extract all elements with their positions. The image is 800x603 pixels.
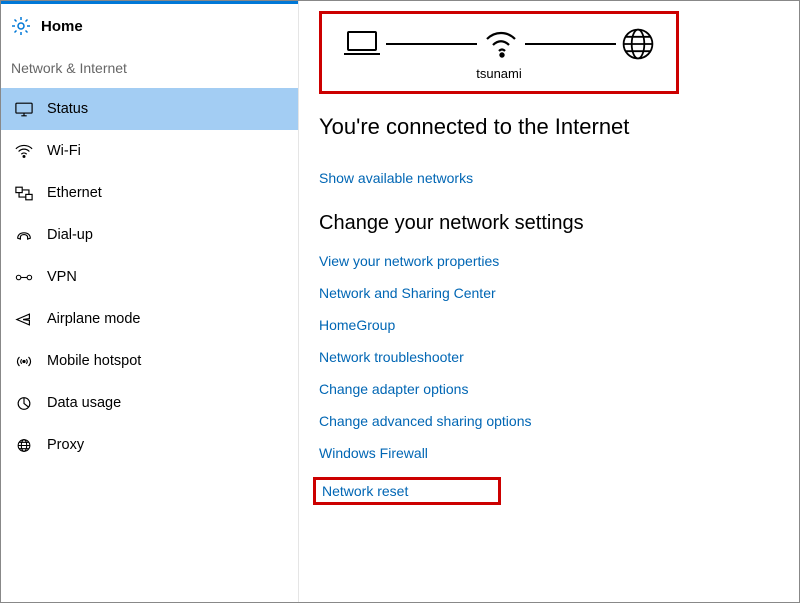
wifi-icon [15, 142, 33, 160]
view-properties-link[interactable]: View your network properties [319, 253, 779, 269]
sidebar-item-wifi[interactable]: Wi-Fi [1, 130, 298, 172]
sidebar-item-vpn[interactable]: VPN [1, 256, 298, 298]
adapter-options-link[interactable]: Change adapter options [319, 381, 779, 397]
sidebar-section-label: Network & Internet [1, 46, 298, 88]
windows-firewall-link[interactable]: Windows Firewall [319, 445, 779, 461]
hotspot-icon [15, 352, 33, 370]
laptop-icon [342, 29, 382, 59]
sidebar-item-label: Status [47, 101, 88, 117]
globe-icon [15, 436, 33, 454]
sidebar-item-dialup[interactable]: Dial-up [1, 214, 298, 256]
change-settings-heading: Change your network settings [319, 212, 779, 235]
main-content: tsunami You're connected to the Internet… [299, 1, 799, 602]
connection-line [386, 43, 477, 45]
homegroup-link[interactable]: HomeGroup [319, 317, 779, 333]
sharing-center-link[interactable]: Network and Sharing Center [319, 285, 779, 301]
sidebar-item-label: Dial-up [47, 227, 93, 243]
show-networks-link[interactable]: Show available networks [319, 170, 779, 186]
sidebar-item-status[interactable]: Status [1, 88, 298, 130]
sidebar-item-hotspot[interactable]: Mobile hotspot [1, 340, 298, 382]
network-reset-link[interactable]: Network reset [322, 483, 408, 499]
network-name: tsunami [342, 66, 656, 81]
data-usage-icon [15, 394, 33, 412]
connection-diagram-highlight: tsunami [319, 11, 679, 94]
sidebar-item-datausage[interactable]: Data usage [1, 382, 298, 424]
troubleshooter-link[interactable]: Network troubleshooter [319, 349, 779, 365]
gear-icon [11, 16, 31, 36]
settings-links: View your network properties Network and… [319, 253, 779, 505]
sidebar-item-label: Airplane mode [47, 311, 141, 327]
home-label: Home [41, 18, 83, 35]
sidebar-item-label: Wi-Fi [47, 143, 81, 159]
sidebar-item-label: Ethernet [47, 185, 102, 201]
advanced-sharing-link[interactable]: Change advanced sharing options [319, 413, 779, 429]
wifi-icon [481, 29, 521, 59]
ethernet-icon [15, 184, 33, 202]
sidebar-item-airplane[interactable]: Airplane mode [1, 298, 298, 340]
connection-line [525, 43, 616, 45]
phone-icon [15, 226, 33, 244]
sidebar-item-label: Data usage [47, 395, 121, 411]
globe-icon [620, 26, 656, 62]
vpn-icon [15, 268, 33, 286]
connection-status-heading: You're connected to the Internet [319, 114, 779, 140]
sidebar-item-label: VPN [47, 269, 77, 285]
sidebar-item-label: Proxy [47, 437, 84, 453]
sidebar-item-proxy[interactable]: Proxy [1, 424, 298, 466]
network-reset-highlight: Network reset [313, 477, 501, 505]
sidebar: Home Network & Internet Status Wi-Fi [1, 1, 299, 602]
connection-diagram [342, 26, 656, 62]
sidebar-item-label: Mobile hotspot [47, 353, 141, 369]
monitor-icon [15, 100, 33, 118]
airplane-icon [15, 310, 33, 328]
sidebar-item-ethernet[interactable]: Ethernet [1, 172, 298, 214]
home-button[interactable]: Home [1, 1, 298, 46]
